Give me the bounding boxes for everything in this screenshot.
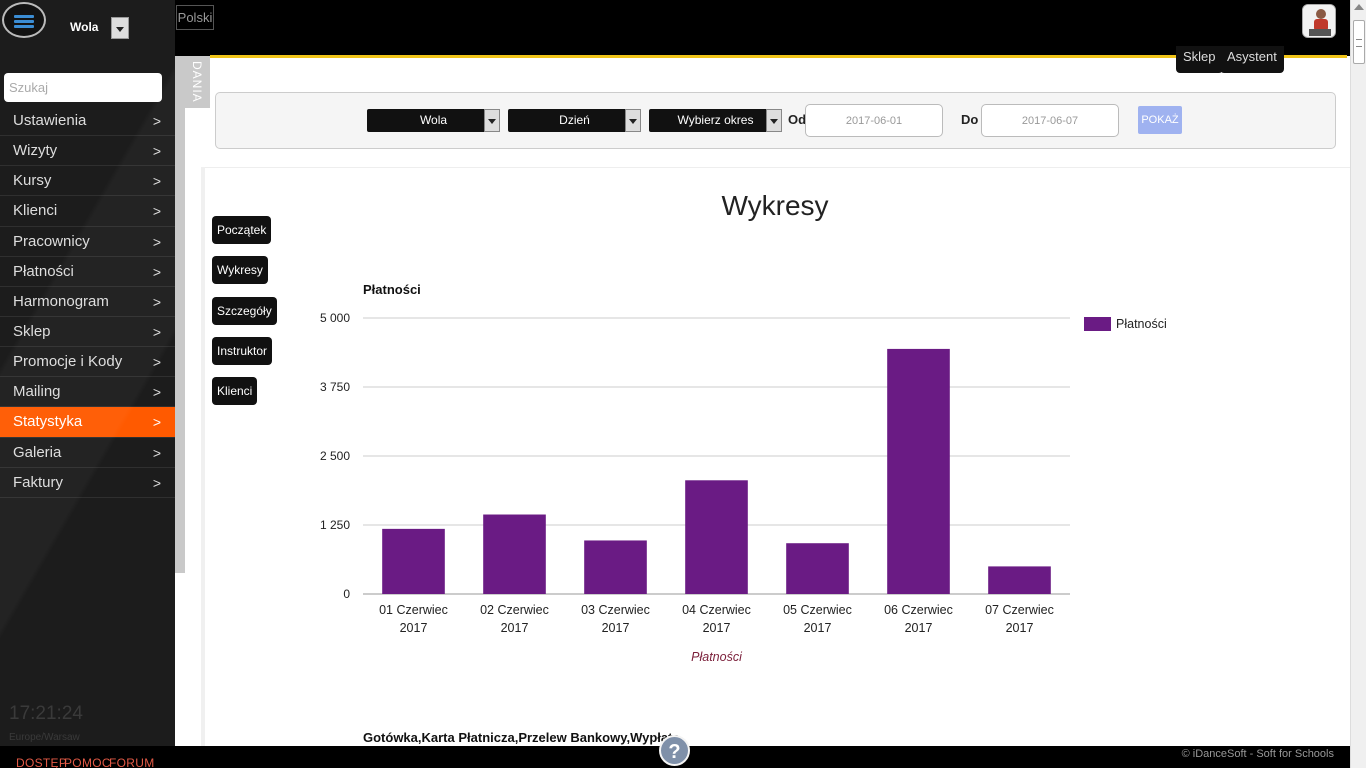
chevron-down-icon xyxy=(766,109,782,132)
sidebar-item-promocje[interactable]: Promocje i Kody > xyxy=(0,347,175,378)
chevron-right-icon: > xyxy=(152,233,161,250)
chevron-right-icon: > xyxy=(152,323,161,340)
second-chart-title: Gotówka,Karta Płatnicza,Przelew Bankowy,… xyxy=(363,730,680,745)
sidebar-item-sklep[interactable]: Sklep > xyxy=(0,317,175,348)
x-tick-label: 03 Czerwiec 2017 xyxy=(581,603,650,635)
x-tick-label: 01 Czerwiec 2017 xyxy=(379,603,448,635)
chevron-right-icon: > xyxy=(152,384,161,401)
show-button[interactable]: POKAŻ xyxy=(1138,106,1182,134)
bar xyxy=(584,540,647,594)
to-label: Do xyxy=(961,112,979,127)
language-button[interactable]: Polski xyxy=(176,5,214,30)
bar xyxy=(483,514,546,594)
x-tick-label: 07 Czerwiec 2017 xyxy=(985,603,1054,635)
to-date-input[interactable] xyxy=(981,104,1119,137)
legend-label: Płatności xyxy=(1116,317,1167,331)
vertical-scrollbar[interactable] xyxy=(1350,0,1366,768)
hamburger-menu-button[interactable] xyxy=(2,2,46,38)
x-tick-label: 04 Czerwiec 2017 xyxy=(682,603,751,635)
nav-button-instruktor[interactable]: Instruktor xyxy=(212,337,273,365)
sidebar-item-platnosci[interactable]: Płatności > xyxy=(0,257,175,287)
y-tick-label: 1 250 xyxy=(320,518,350,532)
sidebar-nav: Ustawienia > Wizyty > Kursy > Klienci > Prac… xyxy=(0,106,175,498)
chevron-right-icon: > xyxy=(152,203,161,220)
content-border xyxy=(201,167,205,746)
legend-swatch xyxy=(1084,317,1111,331)
x-tick-label: 02 Czerwiec 2017 xyxy=(480,603,549,635)
footer-link-pomoc[interactable]: POMOC xyxy=(64,756,111,768)
chevron-right-icon: > xyxy=(152,173,161,190)
top-bar: Polski xyxy=(0,0,1350,56)
sidebar-item-mailing[interactable]: Mailing > xyxy=(0,377,175,408)
menu-icon xyxy=(14,15,34,18)
chevron-right-icon: > xyxy=(152,474,161,491)
bar xyxy=(685,480,748,594)
location-select[interactable]: Wola xyxy=(367,109,500,132)
page-title: Wykresy xyxy=(721,190,829,221)
sidebar-item-kursy[interactable]: Kursy > xyxy=(0,166,175,197)
y-tick-label: 0 xyxy=(343,587,350,601)
bar xyxy=(887,348,950,594)
sidebar: Wola Ustawienia> Wizyty> Kursy> Klienci>… xyxy=(0,0,175,746)
y-tick-label: 5 000 xyxy=(320,311,350,325)
y-tick-label: 3 750 xyxy=(320,380,350,394)
sidebar-item-statystyka[interactable]: Statystyka > xyxy=(0,407,175,438)
from-date-input[interactable] xyxy=(805,104,943,137)
sidebar-item-wizyty[interactable]: Wizyty > xyxy=(0,136,175,167)
assistant-button[interactable]: Asystent xyxy=(1220,46,1284,73)
copyright-text: © iDanceSoft - Soft for Schools xyxy=(1181,748,1334,760)
timezone-label: Europe/Warsaw xyxy=(9,732,80,743)
footer-link-dostep[interactable]: DOSTĘP xyxy=(16,756,67,768)
y-tick-label: 2 500 xyxy=(320,449,350,463)
chevron-right-icon: > xyxy=(152,444,161,461)
nav-button-wykresy[interactable]: Wykresy xyxy=(212,256,268,284)
x-tick-label: 05 Czerwiec 2017 xyxy=(783,603,852,635)
sidebar-item-pracownicy[interactable]: Pracownicy > xyxy=(0,227,175,257)
scroll-up-icon[interactable] xyxy=(1354,4,1364,10)
location-label: Wola xyxy=(70,20,99,34)
nav-button-poczatek[interactable]: Początek xyxy=(212,216,272,244)
sidebar-item-harmonogram[interactable]: Harmonogram > xyxy=(0,287,175,317)
chevron-right-icon: > xyxy=(152,263,161,280)
chevron-right-icon: > xyxy=(152,354,161,371)
help-button[interactable]: ? xyxy=(659,735,690,766)
clock: 17:21:24 xyxy=(9,703,83,724)
chevron-right-icon: > xyxy=(152,113,161,129)
content-divider xyxy=(201,167,1350,168)
nav-button-szczegoly[interactable]: Szczegóły xyxy=(212,297,277,325)
granularity-select[interactable]: Dzień xyxy=(508,109,641,132)
bar xyxy=(382,528,445,594)
location-dropdown-toggle[interactable] xyxy=(111,17,129,39)
nav-button-klienci[interactable]: Klienci xyxy=(212,377,258,405)
sidebar-item-faktury[interactable]: Faktury > xyxy=(0,468,175,498)
x-axis-label: Płatności xyxy=(691,650,743,664)
bar xyxy=(786,543,849,594)
search-input[interactable] xyxy=(4,73,162,102)
chevron-right-icon: > xyxy=(152,293,161,310)
sidebar-item-klienci[interactable]: Klienci > xyxy=(0,196,175,227)
x-tick-label: 06 Czerwiec 2017 xyxy=(884,603,953,635)
chevron-right-icon: > xyxy=(152,143,161,160)
sidebar-item-galeria[interactable]: Galeria > xyxy=(0,438,175,468)
chevron-down-icon xyxy=(484,109,500,132)
period-select[interactable]: Wybierz okres xyxy=(649,109,782,132)
shop-button[interactable]: Sklep xyxy=(1176,46,1223,73)
payments-bar-chart: 0 1 250 2 500 3 750 5 000 01 Czerwiec 2017 02 C… xyxy=(320,311,1167,664)
side-tab-label[interactable]: DANIA xyxy=(184,56,210,108)
chevron-down-icon xyxy=(625,109,641,132)
from-label: Od xyxy=(788,112,807,127)
side-tab-strip xyxy=(175,56,185,573)
footer-link-forum[interactable]: FORUM xyxy=(109,756,155,768)
bar xyxy=(988,566,1051,594)
app-window: Polski Sklep Asystent Wola Ustawienia> W… xyxy=(0,0,1366,768)
chevron-right-icon: > xyxy=(152,414,161,431)
chart-title: Płatności xyxy=(363,282,421,297)
user-avatar[interactable] xyxy=(1302,4,1336,38)
user-avatar-icon xyxy=(1303,5,1335,37)
sidebar-item-ustawienia[interactable]: Ustawienia > xyxy=(0,106,175,137)
scroll-thumb[interactable] xyxy=(1353,20,1365,64)
